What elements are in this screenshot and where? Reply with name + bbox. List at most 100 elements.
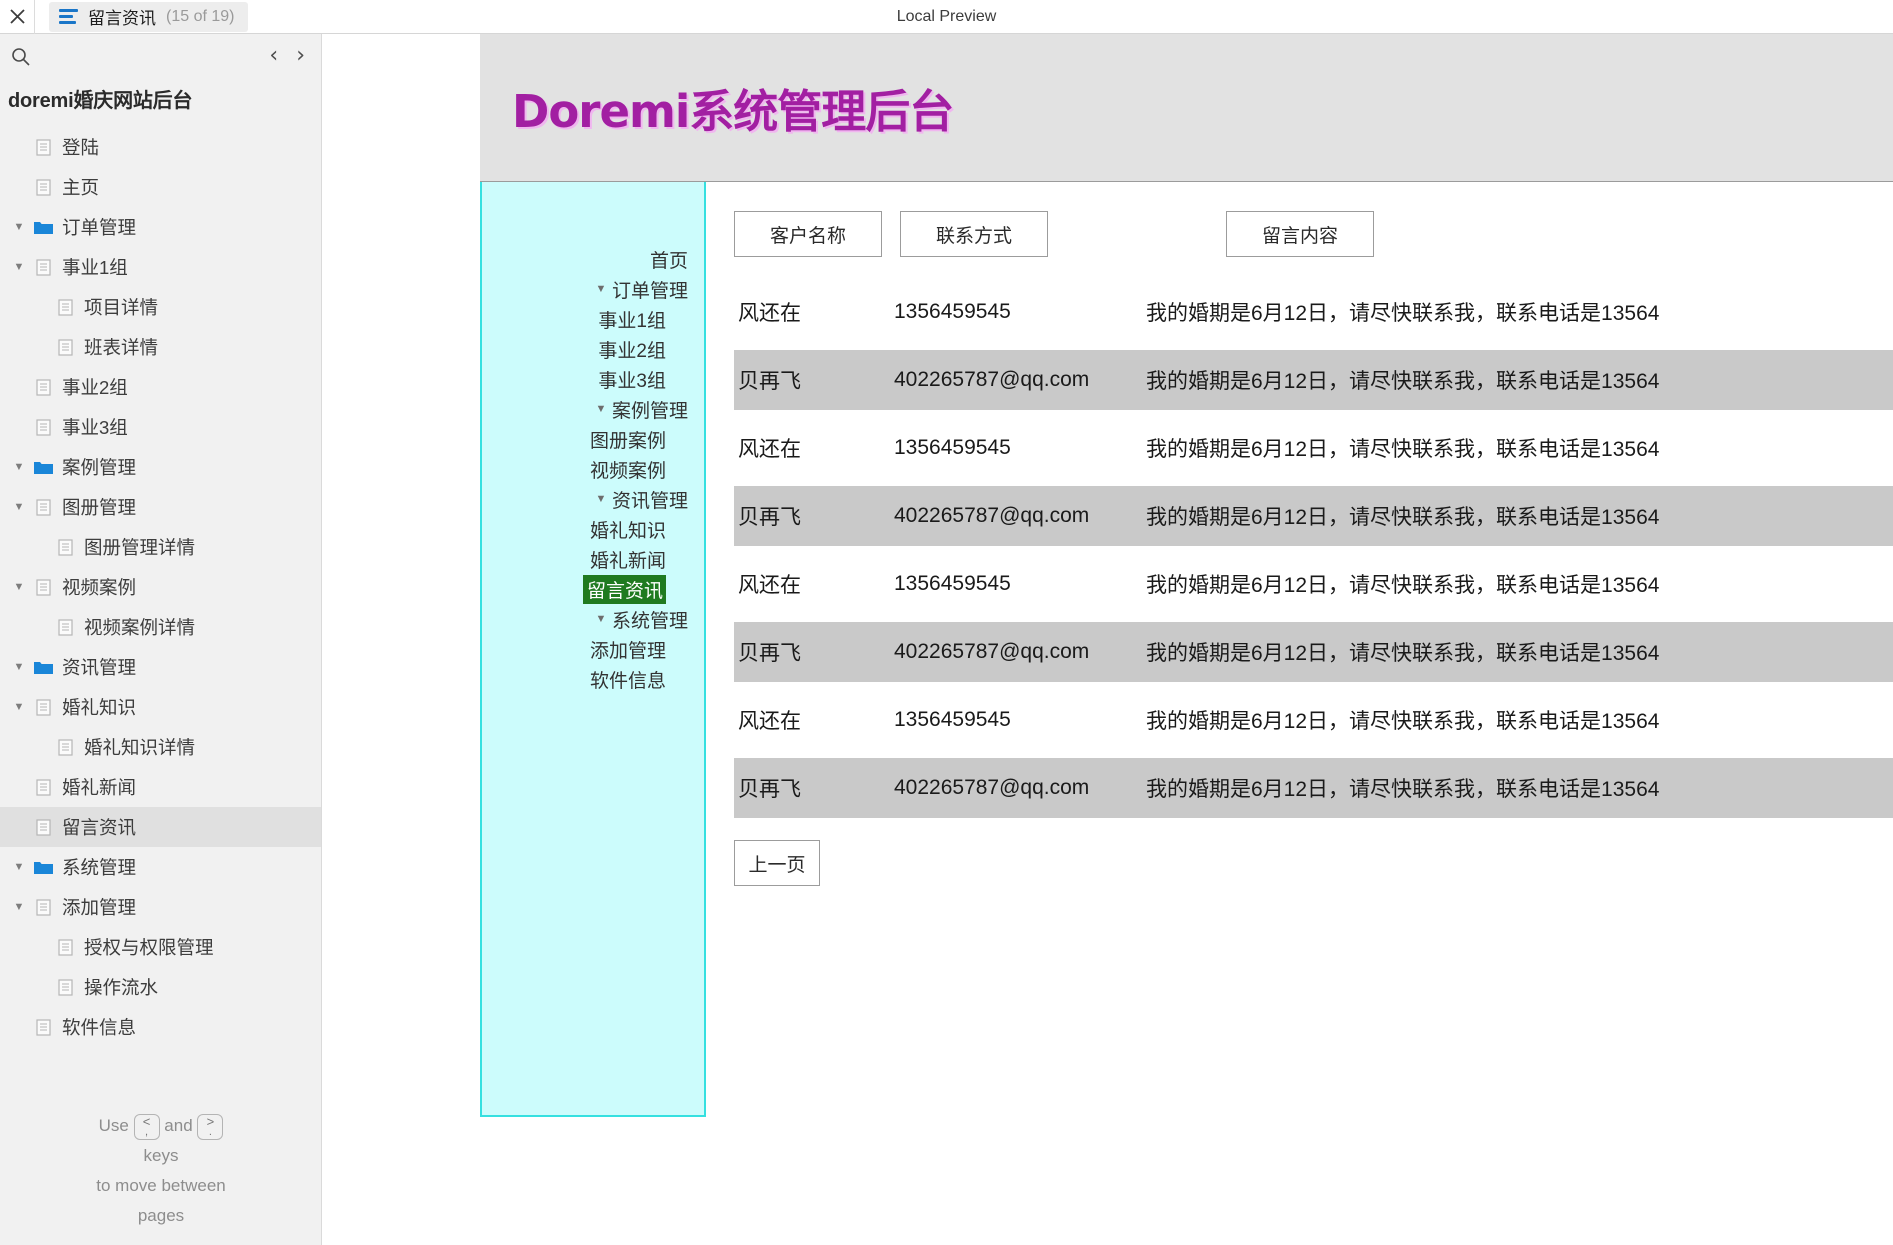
outline-item-label: 视频案例详情 — [84, 617, 196, 638]
outline-item[interactable]: 操作流水 — [0, 967, 321, 1007]
tab-title: 留言资讯 — [88, 9, 156, 28]
row-spacer — [734, 342, 1893, 350]
outline-item[interactable]: 婚礼知识详情 — [0, 727, 321, 767]
outline-item[interactable]: 图册管理详情 — [0, 527, 321, 567]
table-row[interactable]: 贝再飞 402265787@qq.com 我的婚期是6月12日，请尽快联系我，联系电… — [734, 758, 1893, 818]
hamburger-icon[interactable] — [59, 6, 78, 27]
chevron-down-icon[interactable]: ▼ — [590, 493, 612, 505]
table-row[interactable]: 贝再飞 402265787@qq.com 我的婚期是6月12日，请尽快联系我，联系电… — [734, 350, 1893, 410]
chevron-down-icon[interactable]: ▼ — [8, 221, 30, 233]
next-page-icon[interactable]: › — [296, 45, 305, 67]
app-preview: Doremi系统管理后台 首页 ▼ 订单管理 事业1组 事业2组 事业3组 ▼ 案例管理 图册案… — [480, 34, 1893, 1119]
outline-item[interactable]: 授权与权限管理 — [0, 927, 321, 967]
active-tab[interactable]: 留言资讯 (15 of 19) — [49, 1, 249, 32]
outline-item[interactable]: ▼ 图册管理 — [0, 487, 321, 527]
app-nav-item[interactable]: 事业2组 — [482, 334, 704, 364]
chevron-down-icon[interactable]: ▼ — [8, 581, 30, 593]
outline-item-label: 班表详情 — [84, 337, 159, 358]
outline-item-label: 软件信息 — [62, 1017, 137, 1038]
app-nav-item[interactable]: 添加管理 — [482, 634, 704, 664]
app-nav-item[interactable]: ▼ 订单管理 — [482, 274, 704, 304]
app-nav-item[interactable]: 软件信息 — [482, 664, 704, 694]
chevron-down-icon[interactable]: ▼ — [8, 901, 30, 913]
document-icon — [52, 738, 78, 756]
outline-item[interactable]: 留言资讯 — [0, 807, 321, 847]
prev-page-button[interactable]: 上一页 — [734, 840, 820, 886]
outline-item[interactable]: 班表详情 — [0, 327, 321, 367]
app-nav-item[interactable]: 首页 — [482, 244, 704, 274]
app-nav-item[interactable]: ▼ 系统管理 — [482, 604, 704, 634]
key-prev-bottom: , — [145, 1125, 149, 1138]
table-row[interactable]: 风还在 1356459545 我的婚期是6月12日，请尽快联系我，联系电话是1356… — [734, 554, 1893, 614]
outline-item[interactable]: 登陆 — [0, 127, 321, 167]
app-nav-item[interactable]: 图册案例 — [482, 424, 704, 454]
cell-message: 我的婚期是6月12日，请尽快联系我，联系电话是13564 — [1146, 778, 1660, 801]
cell-message: 我的婚期是6月12日，请尽快联系我，联系电话是13564 — [1146, 370, 1660, 393]
outline-item[interactable]: 软件信息 — [0, 1007, 321, 1047]
row-spacer — [734, 546, 1893, 554]
pagination: 上一页 — [734, 840, 1893, 886]
app-nav-item[interactable]: 婚礼新闻 — [482, 544, 704, 574]
column-header-message[interactable]: 留言内容 — [1226, 211, 1374, 257]
row-spacer — [734, 478, 1893, 486]
app-nav-item[interactable]: 留言资讯 — [482, 574, 704, 604]
table-row[interactable]: 风还在 1356459545 我的婚期是6月12日，请尽快联系我，联系电话是1356… — [734, 690, 1893, 750]
chevron-down-icon[interactable]: ▼ — [8, 661, 30, 673]
outline-item[interactable]: ▼ 事业1组 — [0, 247, 321, 287]
outline-item[interactable]: 视频案例详情 — [0, 607, 321, 647]
app-nav-item[interactable]: 婚礼知识 — [482, 514, 704, 544]
chevron-down-icon[interactable]: ▼ — [8, 261, 30, 273]
outline-item[interactable]: ▼ 添加管理 — [0, 887, 321, 927]
cell-contact: 1356459545 — [894, 300, 1011, 323]
outline-tree: 登陆 主页 ▼ 订单管理 ▼ 事业1组 项目详情 班表详情 事业2组 事业3组 ▼ 案例管理 ▼ 图册管理… — [0, 127, 321, 1047]
chevron-down-icon[interactable]: ▼ — [8, 861, 30, 873]
search-icon[interactable] — [6, 42, 34, 70]
app-nav-item[interactable]: ▼ 案例管理 — [482, 394, 704, 424]
app-side-nav: 首页 ▼ 订单管理 事业1组 事业2组 事业3组 ▼ 案例管理 图册案例 视频案例 ▼ 资讯管理 婚礼知… — [480, 182, 706, 1117]
close-icon[interactable] — [0, 0, 34, 34]
column-header-contact[interactable]: 联系方式 — [900, 211, 1048, 257]
table-row[interactable]: 贝再飞 402265787@qq.com 我的婚期是6月12日，请尽快联系我，联系电… — [734, 486, 1893, 546]
chevron-down-icon[interactable]: ▼ — [8, 701, 30, 713]
chevron-down-icon[interactable]: ▼ — [590, 283, 612, 295]
app-nav-item[interactable]: 事业3组 — [482, 364, 704, 394]
cell-contact: 1356459545 — [894, 436, 1011, 459]
outline-item[interactable]: ▼ 订单管理 — [0, 207, 321, 247]
app-nav-item[interactable]: 事业1组 — [482, 304, 704, 334]
column-header-customer-name[interactable]: 客户名称 — [734, 211, 882, 257]
app-nav-item-label: 软件信息 — [589, 670, 666, 692]
cell-contact: 1356459545 — [894, 572, 1011, 595]
chevron-down-icon[interactable]: ▼ — [8, 461, 30, 473]
outline-item[interactable]: ▼ 案例管理 — [0, 447, 321, 487]
outline-item-label: 主页 — [62, 177, 100, 198]
window-top-bar: 留言资讯 (15 of 19) — [0, 0, 1893, 34]
chevron-down-icon[interactable]: ▼ — [590, 403, 612, 415]
app-body: 首页 ▼ 订单管理 事业1组 事业2组 事业3组 ▼ 案例管理 图册案例 视频案例 ▼ 资讯管理 婚礼知… — [480, 182, 1893, 1117]
document-icon — [30, 178, 56, 196]
outline-item[interactable]: ▼ 资讯管理 — [0, 647, 321, 687]
outline-item[interactable]: 项目详情 — [0, 287, 321, 327]
outline-item[interactable]: 婚礼新闻 — [0, 767, 321, 807]
outline-item[interactable]: ▼ 视频案例 — [0, 567, 321, 607]
row-spacer — [734, 410, 1893, 418]
outline-item[interactable]: ▼ 婚礼知识 — [0, 687, 321, 727]
chevron-down-icon[interactable]: ▼ — [590, 613, 612, 625]
outline-item[interactable]: ▼ 系统管理 — [0, 847, 321, 887]
keyboard-hint: Use < , and > . keys to move between pag… — [0, 1111, 321, 1231]
outline-item[interactable]: 事业2组 — [0, 367, 321, 407]
chevron-down-icon[interactable]: ▼ — [8, 501, 30, 513]
cell-customer-name: 贝再飞 — [738, 370, 801, 393]
prev-page-icon[interactable]: ‹ — [269, 45, 278, 67]
table-row[interactable]: 风还在 1356459545 我的婚期是6月12日，请尽快联系我，联系电话是1356… — [734, 418, 1893, 478]
table-row[interactable]: 风还在 1356459545 我的婚期是6月12日，请尽快联系我，联系电话是1356… — [734, 282, 1893, 342]
message-table: 风还在 1356459545 我的婚期是6月12日，请尽快联系我，联系电话是1356… — [734, 282, 1893, 818]
cell-contact: 402265787@qq.com — [894, 640, 1090, 663]
outline-item[interactable]: 事业3组 — [0, 407, 321, 447]
outline-item[interactable]: 主页 — [0, 167, 321, 207]
row-spacer — [734, 614, 1893, 622]
app-nav-item[interactable]: 视频案例 — [482, 454, 704, 484]
table-row[interactable]: 贝再飞 402265787@qq.com 我的婚期是6月12日，请尽快联系我，联系电… — [734, 622, 1893, 682]
app-nav-item[interactable]: ▼ 资讯管理 — [482, 484, 704, 514]
outline-item-label: 婚礼新闻 — [62, 777, 137, 798]
cell-message: 我的婚期是6月12日，请尽快联系我，联系电话是13564 — [1146, 574, 1660, 597]
